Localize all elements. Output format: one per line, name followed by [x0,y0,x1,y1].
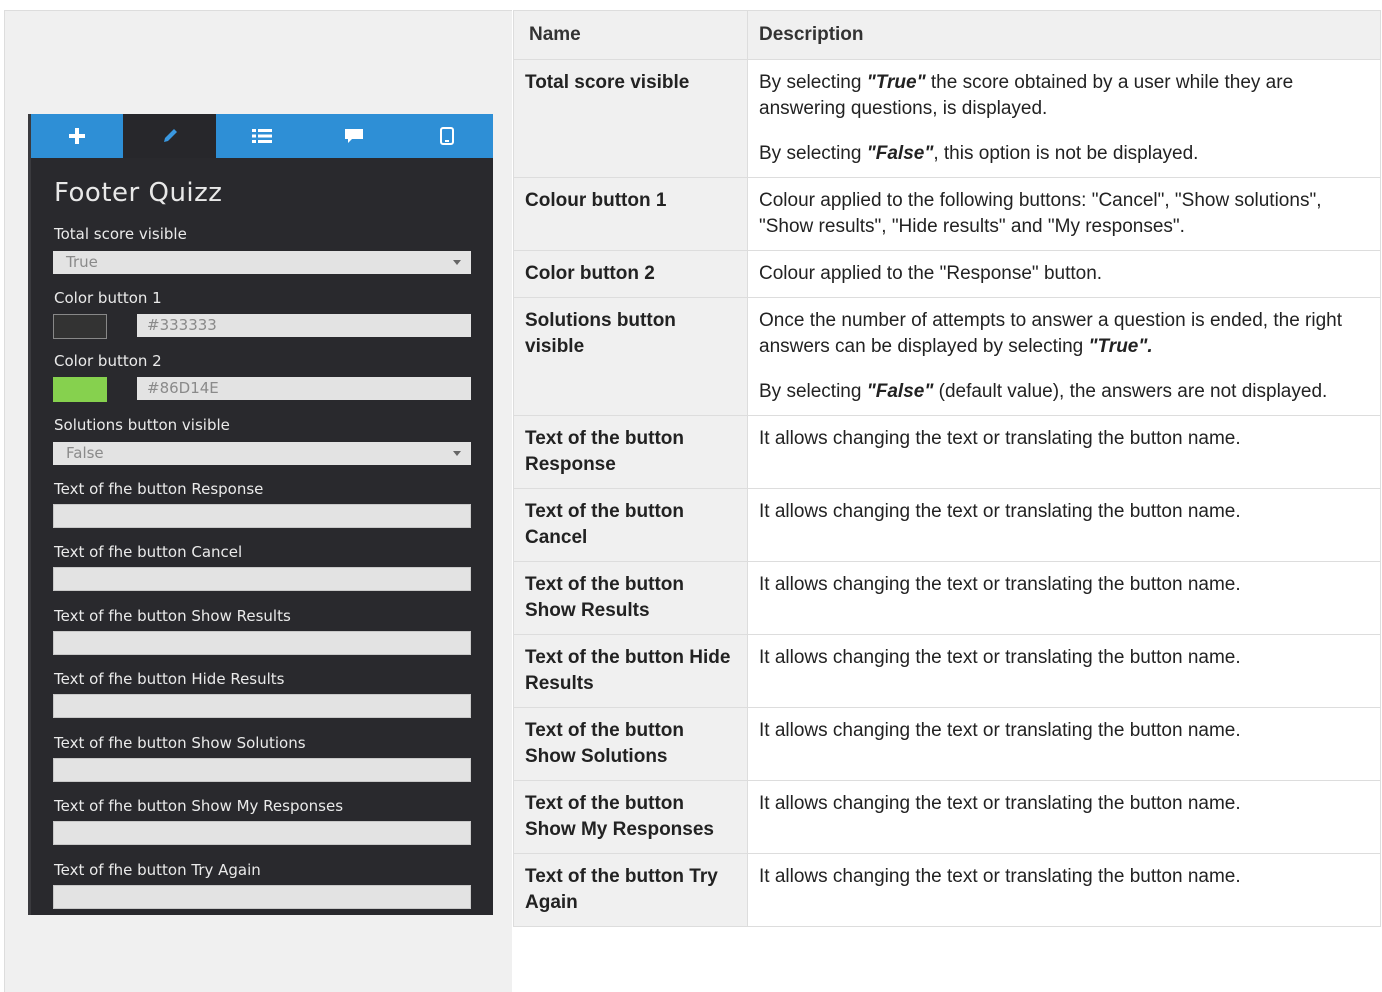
text-response-input[interactable] [53,504,471,528]
row-description: It allows changing the text or translati… [747,707,1381,781]
text-run: , this option is not be displayed. [933,143,1199,164]
row-name: Text of the button Show Solutions [513,707,748,781]
table-header-row: Name Description [513,10,1381,60]
solutions-select[interactable]: False [53,442,471,465]
keyword: "True". [1088,336,1153,357]
row-description: It allows changing the text or translati… [747,488,1381,562]
chevron-down-icon [453,451,461,456]
panel-tabs [31,114,493,158]
row-description: Once the number of attempts to answer a … [747,297,1381,416]
text-show-my-responses-input[interactable] [53,821,471,845]
tab-list[interactable] [216,114,308,158]
row-name: Color button 2 [513,250,748,298]
text-show-my-responses-label: Text of fhe button Show My Responses [54,797,344,815]
keyword: "False" [866,143,934,164]
row-name: Solutions button visible [513,297,748,416]
total-score-label: Total score visible [54,225,187,243]
color2-input[interactable]: #86D14E [137,377,471,400]
comment-icon [345,129,364,143]
solutions-label: Solutions button visible [54,416,230,434]
text-hide-results-input[interactable] [53,694,471,718]
table-row: Text of the button Response It allows ch… [513,415,1381,489]
text-run: (default value), the answers are not dis… [933,381,1328,402]
text-cancel-input[interactable] [53,567,471,591]
description-paragraph: Once the number of attempts to answer a … [759,308,1369,360]
properties-table: Name Description Total score visible By … [513,10,1381,927]
text-show-solutions-label: Text of fhe button Show Solutions [54,734,306,752]
description-paragraph: By selecting "False", this option is not… [759,141,1369,167]
text-try-again-input[interactable] [53,885,471,909]
tablet-icon [439,127,454,145]
row-name: Text of the button Hide Results [513,634,748,708]
table-row: Text of the button Cancel It allows chan… [513,488,1381,562]
text-run: By selecting [759,381,867,402]
keyword: "False" [866,381,934,402]
row-name: Colour button 1 [513,177,748,251]
row-name: Text of the button Show Results [513,561,748,635]
list-icon [252,129,273,143]
panel-title: Footer Quizz [54,178,223,208]
table-row: Solutions button visible Once the number… [513,297,1381,416]
table-row: Text of the button Show Results It allow… [513,561,1381,635]
description-paragraph: By selecting "False" (default value), th… [759,379,1369,405]
text-show-solutions-input[interactable] [53,758,471,782]
tab-preview[interactable] [401,114,493,158]
tab-comments[interactable] [308,114,400,158]
description-paragraph: By selecting "True" the score obtained b… [759,70,1369,122]
text-run: By selecting [759,143,867,164]
name-column-header: Name [513,10,748,60]
table-row: Text of the button Show Solutions It all… [513,707,1381,781]
tab-edit[interactable] [123,114,216,158]
text-run: Once the number of attempts to answer a … [759,310,1343,357]
tab-add[interactable] [31,114,123,158]
table-row: Color button 2 Colour applied to the "Re… [513,250,1381,298]
text-run: By selecting [759,72,867,93]
row-description: By selecting "True" the score obtained b… [747,59,1381,178]
text-cancel-label: Text of fhe button Cancel [54,543,243,561]
color2-label: Color button 2 [54,352,162,370]
table-row: Text of the button Try Again It allows c… [513,853,1381,927]
editor-panel: Footer Quizz Total score visible True Co… [28,114,493,915]
text-show-results-label: Text of fhe button Show Results [54,607,291,625]
color1-swatch[interactable] [53,314,107,339]
row-name: Total score visible [513,59,748,178]
row-description: It allows changing the text or translati… [747,561,1381,635]
text-hide-results-label: Text of fhe button Hide Results [54,670,285,688]
row-description: It allows changing the text or translati… [747,634,1381,708]
row-name: Text of the button Show My Responses [513,780,748,854]
chevron-down-icon [453,260,461,265]
table-row: Total score visible By selecting "True" … [513,59,1381,178]
row-description: Colour applied to the "Response" button. [747,250,1381,298]
description-column-header: Description [747,10,1381,60]
text-show-results-input[interactable] [53,631,471,655]
row-name: Text of the button Cancel [513,488,748,562]
table-row: Text of the button Show My Responses It … [513,780,1381,854]
text-response-label: Text of fhe button Response [54,480,264,498]
color1-input[interactable]: #333333 [137,314,471,337]
row-description: It allows changing the text or translati… [747,780,1381,854]
table-row: Text of the button Hide Results It allow… [513,634,1381,708]
color1-label: Color button 1 [54,289,162,307]
row-name: Text of the button Response [513,415,748,489]
pencil-icon [163,129,177,142]
total-score-value: True [66,253,98,271]
text-try-again-label: Text of fhe button Try Again [54,861,261,879]
row-description: It allows changing the text or translati… [747,415,1381,489]
keyword: "True" [866,72,926,93]
row-name: Text of the button Try Again [513,853,748,927]
row-description: It allows changing the text or translati… [747,853,1381,927]
total-score-select[interactable]: True [53,251,471,274]
solutions-value: False [66,444,104,462]
color2-swatch[interactable] [53,377,107,402]
table-row: Colour button 1 Colour applied to the fo… [513,177,1381,251]
plus-icon [69,128,86,144]
row-description: Colour applied to the following buttons:… [747,177,1381,251]
